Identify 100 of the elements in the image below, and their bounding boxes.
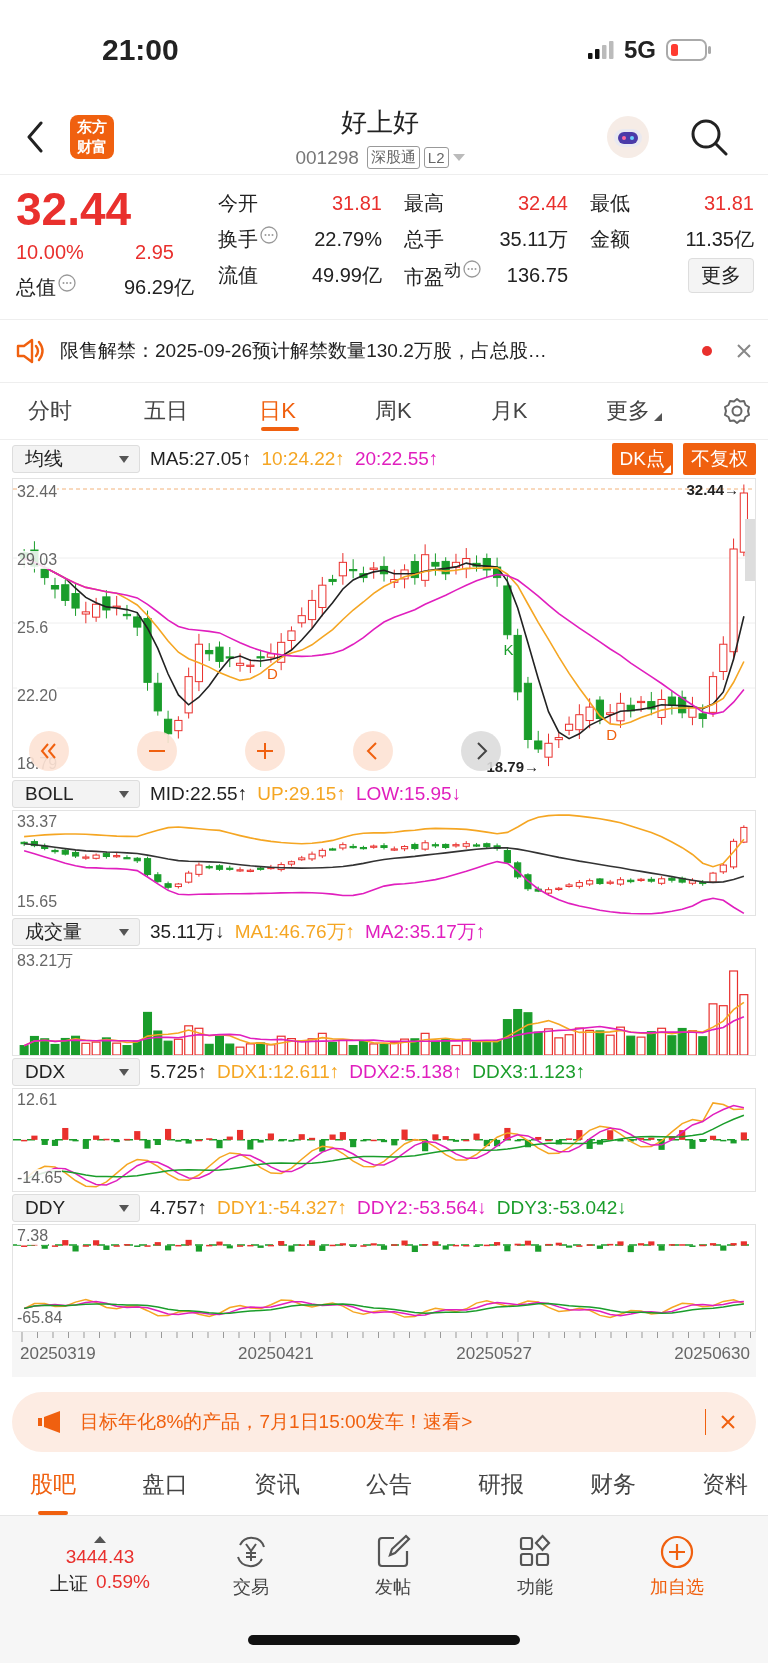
axis-label: 7.38 (17, 1227, 49, 1245)
content-tab[interactable]: 资讯 (254, 1454, 300, 1515)
period-tab[interactable]: 月K (490, 383, 607, 439)
corner-triangle-icon (663, 465, 671, 473)
stat-value: 31.81 (331, 191, 382, 215)
period-tab[interactable]: 更多 (606, 383, 723, 439)
signal-marker: K (503, 641, 514, 659)
stat-value: 136.75 (506, 263, 568, 287)
index-name: 上证 (50, 1571, 89, 1596)
zoom-out-button[interactable] (137, 731, 177, 771)
indicator-select[interactable]: BOLL (12, 780, 140, 808)
signal-marker: D (266, 664, 278, 682)
info-icon[interactable] (260, 225, 278, 244)
legend-value: MA5:27.05↑ (150, 448, 252, 470)
content-tab[interactable]: 公告 (366, 1454, 412, 1515)
change-amount: 2.95 (135, 240, 174, 264)
legend-value: 10:24.22↑ (261, 448, 345, 470)
indicator-select[interactable]: DDY (12, 1194, 140, 1222)
date-label: 20250319 (20, 1344, 96, 1364)
legend-value: MID:22.55↑ (150, 783, 248, 805)
stat-value: 11.35亿 (685, 226, 754, 252)
index-widget[interactable]: 3444.43 上证 0.59% (20, 1535, 180, 1597)
toolbar-button[interactable]: 功能 (464, 1533, 606, 1599)
signal-icon (588, 41, 614, 59)
date-label: 20250527 (456, 1344, 532, 1364)
signal-marker: D (606, 725, 618, 743)
legend-value: DDY1:-54.327↑ (217, 1197, 347, 1219)
axis-label: 29.03 (17, 551, 58, 569)
back-icon[interactable] (26, 121, 44, 153)
stat-value: 96.29亿 (123, 274, 194, 300)
stat-label: 今开 (218, 190, 258, 216)
date-label: 20250421 (238, 1344, 314, 1364)
zoom-in-button[interactable] (245, 731, 285, 771)
close-icon[interactable] (720, 1414, 736, 1430)
legend-value: DDX2:5.138↑ (349, 1061, 463, 1083)
network-label: 5G (624, 36, 656, 64)
legend-value: UP:29.15↑ (257, 783, 346, 805)
indicator-select[interactable]: 均线 (12, 445, 140, 473)
indicator-select[interactable]: DDX (12, 1058, 140, 1086)
legend-value: LOW:15.95↓ (355, 783, 462, 805)
notice-text[interactable]: 限售解禁：2025-09-26预计解禁数量130.2万股，占总股… (60, 338, 688, 364)
market-tag: L2 (423, 147, 449, 168)
up-triangle-icon (94, 1535, 106, 1543)
grid-icon (519, 1534, 551, 1567)
stat-label: 最高 (404, 190, 444, 216)
chevron-left-icon (366, 742, 377, 760)
stat-value: 49.99亿 (311, 262, 382, 288)
legend-value: 5.725↑ (150, 1061, 208, 1083)
info-icon[interactable] (58, 273, 76, 292)
toolbar-button[interactable]: 交易 (180, 1533, 322, 1599)
indicator-select[interactable]: 成交量 (12, 918, 140, 946)
previous-button[interactable] (353, 731, 393, 771)
stat-value: 35.11万 (499, 226, 568, 252)
change-percent: 10.00% (16, 240, 84, 264)
legend-value: MA1:46.76万↑ (234, 920, 356, 944)
search-icon[interactable] (690, 118, 728, 156)
double-chevron-left-icon (40, 743, 56, 759)
content-tab[interactable]: 盘口 (142, 1454, 188, 1515)
last-price-label: 32.44→ (686, 481, 739, 498)
legend-value: DDX3:1.123↑ (472, 1061, 586, 1083)
legend-value: DDY3:-53.042↓ (496, 1197, 627, 1219)
robot-icon[interactable] (606, 115, 650, 159)
yen-exchange-icon (237, 1536, 265, 1568)
stock-name: 好上好 (341, 106, 419, 139)
legend-value: 35.11万↓ (150, 920, 225, 944)
caret-icon (119, 455, 129, 463)
chevron-right-icon (477, 742, 488, 760)
legend-value: MA2:35.17万↑ (365, 920, 486, 944)
toolbar-button[interactable]: 发帖 (322, 1533, 464, 1599)
stat-label: 总值 (16, 274, 56, 300)
stat-value: 31.81 (703, 191, 754, 215)
more-button[interactable]: 更多 (688, 257, 754, 293)
plus-circle-icon (660, 1535, 694, 1569)
info-icon[interactable] (463, 259, 481, 278)
current-price: 32.44 (16, 183, 133, 235)
legend-value: 20:22.55↑ (354, 448, 439, 470)
period-tab[interactable]: 周K (375, 383, 491, 439)
content-tab[interactable]: 财务 (590, 1454, 636, 1515)
stat-value: 32.44 (517, 191, 568, 215)
market-tag: 深股通 (366, 146, 420, 169)
settings-icon[interactable] (722, 396, 753, 426)
speaker-icon (16, 338, 46, 364)
content-tab[interactable]: 资料 (702, 1454, 748, 1515)
period-tab[interactable]: 分时 (28, 383, 144, 439)
promo-text: 目标年化8%的产品，7月1日15:00发车！速看> (80, 1410, 474, 1434)
stat-label: 最低 (590, 190, 630, 216)
minus-icon (148, 750, 166, 752)
stat-label: 换手 (218, 226, 258, 252)
period-tab[interactable]: 五日 (143, 383, 260, 439)
low-price-label: 18.79→ (486, 758, 540, 776)
stat-value: 22.79% (314, 227, 382, 251)
close-icon[interactable] (736, 343, 752, 359)
caret-icon[interactable] (452, 153, 465, 162)
app-logo: 东方财富 (70, 115, 114, 159)
edit-icon (377, 1534, 411, 1568)
caret-icon (119, 1068, 129, 1076)
content-tab[interactable]: 研报 (478, 1454, 524, 1515)
caret-icon (654, 413, 663, 421)
battery-icon (666, 39, 712, 61)
stat-label: 市盈$^{动}$ (404, 259, 461, 290)
